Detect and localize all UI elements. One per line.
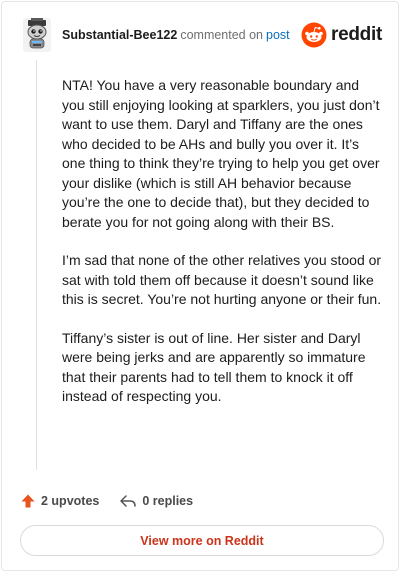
reply-count: 0 replies	[142, 494, 194, 508]
comment-embed-card: Substantial-Bee122 commented on post reddi…	[1, 1, 399, 571]
comment-header: Substantial-Bee122 commented on post reddi…	[2, 2, 398, 66]
reddit-logo[interactable]: reddit	[301, 22, 382, 48]
upvote-button[interactable]: 2 upvotes	[20, 493, 99, 509]
comment-paragraph: NTA! You have a very reasonable boundary…	[62, 77, 380, 230]
comment-meta: Substantial-Bee122 commented on post	[62, 27, 290, 43]
comment-paragraph: I’m sad that none of the other relatives…	[62, 252, 382, 307]
post-link[interactable]: post	[266, 28, 290, 42]
view-more-button[interactable]: View more on Reddit	[20, 525, 384, 556]
upvote-arrow-icon	[21, 494, 35, 508]
user-avatar[interactable]	[23, 18, 51, 52]
reply-arrow-icon	[120, 495, 137, 507]
reddit-snoo-icon	[301, 22, 327, 48]
reddit-wordmark: reddit	[331, 24, 382, 45]
reply-button[interactable]: 0 replies	[119, 493, 193, 509]
username[interactable]: Substantial-Bee122	[62, 28, 177, 42]
snoo-avatar-icon	[23, 18, 51, 52]
comment-actions: 2 upvotes 0 replies	[20, 490, 193, 512]
upvote-count: 2 upvotes	[41, 494, 100, 508]
comment-body: NTA! You have a very reasonable boundary…	[62, 76, 382, 426]
commented-on-text: commented on	[180, 28, 264, 42]
thread-line	[36, 60, 37, 470]
comment-paragraph: Tiffany’s sister is out of line. Her sis…	[62, 329, 366, 405]
